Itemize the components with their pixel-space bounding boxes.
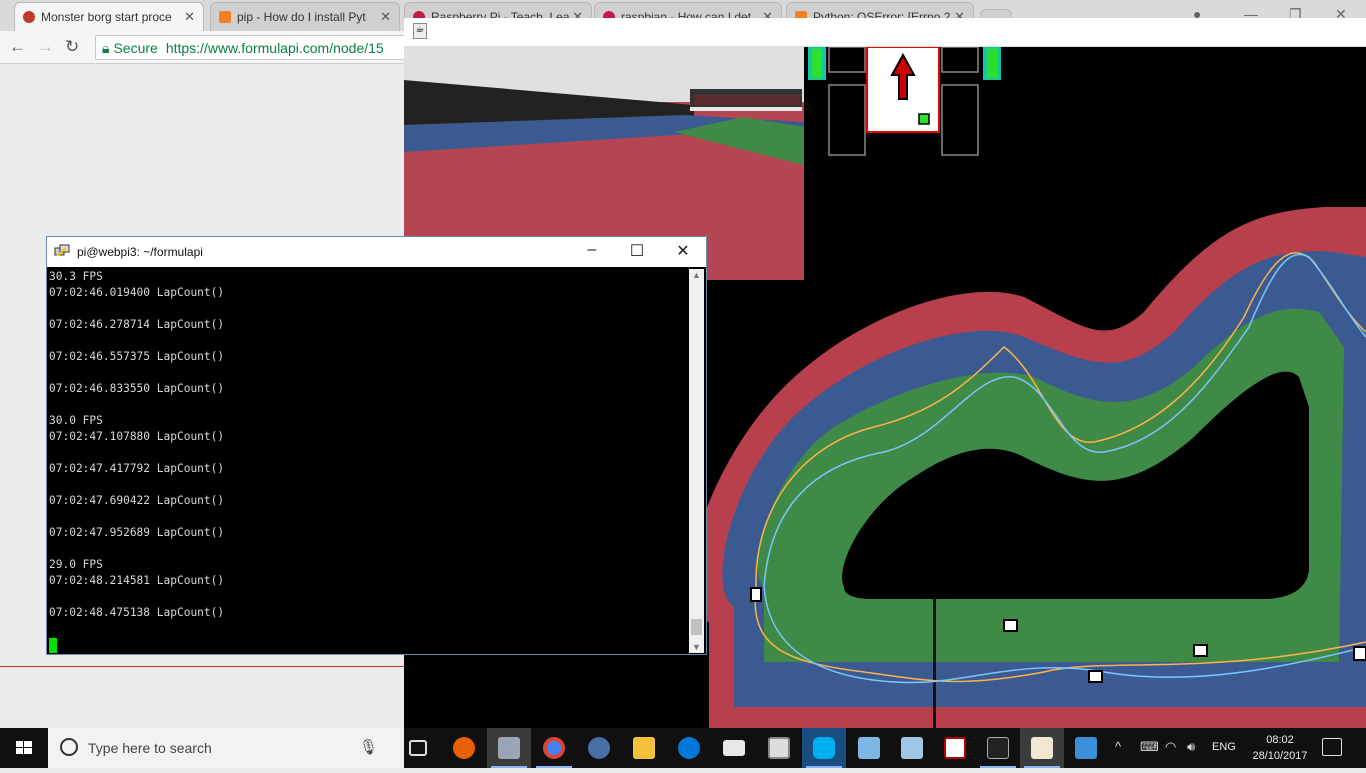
tab-close-icon[interactable]: ✕: [380, 9, 391, 25]
terminal-line: 07:02:48.214581 LapCount(): [49, 574, 225, 587]
browser-tab-monster-borg[interactable]: Monster borg start proce ✕: [14, 2, 204, 32]
page-divider: [0, 666, 404, 667]
wheel-front-left: [828, 47, 866, 73]
action-center-icon[interactable]: [1322, 738, 1342, 756]
robot-status-view: [808, 47, 1001, 156]
java-icon: ☕︎: [413, 23, 427, 39]
tray-overflow-icon[interactable]: ^: [1115, 739, 1121, 754]
volume-icon[interactable]: 🔊︎: [1187, 739, 1195, 755]
url-text: https://www.formulapi.com/node/15: [165, 40, 384, 56]
edge-icon[interactable]: [667, 728, 711, 768]
back-arrow-icon[interactable]: ←: [9, 37, 26, 57]
putty-window-title: pi@webpi3: ~/formulapi: [77, 245, 203, 259]
tab-title: pip - How do I install Pyt: [237, 10, 366, 24]
putty-minimize-button[interactable]: –: [569, 241, 615, 263]
network-app-icon[interactable]: [890, 728, 934, 768]
robot-marker-2: [1003, 619, 1018, 632]
terminal-line: 07:02:46.557375 LapCount(): [49, 350, 225, 363]
terminal-line: 07:02:47.690422 LapCount(): [49, 494, 225, 507]
vnc-viewer-icon[interactable]: [933, 728, 977, 768]
terminal-line: 07:02:46.019400 LapCount(): [49, 286, 225, 299]
cortana-icon: [60, 738, 78, 756]
mail-icon[interactable]: [712, 728, 756, 768]
clock-date: 28/10/2017: [1252, 750, 1308, 762]
app-document-icon[interactable]: [847, 728, 891, 768]
stackoverflow-icon: [219, 11, 231, 23]
wheel-rear-right: [941, 84, 979, 156]
scrollbar-thumb[interactable]: [691, 619, 702, 635]
terminal-line: 30.0 FPS: [49, 414, 103, 427]
simulator-titlebar[interactable]: ☕︎: [404, 18, 1366, 47]
putty-icon: [54, 244, 70, 260]
taskbar-search-box[interactable]: Type here to search 🎙︎: [48, 728, 404, 768]
terminal-line: 07:02:46.833550 LapCount(): [49, 382, 225, 395]
scroll-down-icon[interactable]: ▼: [692, 642, 701, 652]
windows-logo-icon: [16, 741, 32, 754]
firefox-icon[interactable]: [442, 728, 486, 768]
browser-tab-pip[interactable]: pip - How do I install Pyt ✕: [210, 2, 400, 31]
terminal-output[interactable]: 30.3 FPS 07:02:46.019400 LapCount() 07:02…: [49, 269, 687, 653]
wifi-icon[interactable]: ◠: [1165, 739, 1176, 755]
terminal-line: 07:02:47.107880 LapCount(): [49, 430, 225, 443]
java-app-icon[interactable]: [1020, 728, 1064, 768]
putty-titlebar[interactable]: pi@webpi3: ~/formulapi – ☐ ✕: [47, 237, 706, 267]
terminal-line: 07:02:47.952689 LapCount(): [49, 526, 225, 539]
chrome-icon[interactable]: [532, 728, 576, 768]
lock-icon: 🔒︎: [102, 40, 110, 56]
network-settings-icon[interactable]: [1064, 728, 1108, 768]
start-button[interactable]: [0, 728, 48, 768]
putty-terminal-window[interactable]: pi@webpi3: ~/formulapi – ☐ ✕ 30.3 FPS 07:…: [46, 236, 707, 655]
tab-favicon-icon: [23, 11, 35, 23]
terminal-cursor: [49, 637, 57, 653]
language-indicator[interactable]: ENG: [1212, 741, 1236, 753]
tab-close-icon[interactable]: ✕: [184, 9, 195, 25]
terminal-line: 07:02:48.475138 LapCount(): [49, 606, 225, 619]
robot-marker-5: [1353, 646, 1366, 661]
address-bar[interactable]: 🔒︎ Secure https://www.formulapi.com/node/1…: [95, 35, 415, 60]
robot-marker-1: [750, 587, 762, 602]
scroll-up-icon[interactable]: ▲: [692, 270, 701, 280]
putty-taskbar-icon[interactable]: [487, 728, 531, 768]
forward-arrow-icon[interactable]: →: [37, 37, 54, 57]
input-indicator-icon[interactable]: ⌨︎: [1140, 739, 1159, 755]
secure-label: Secure: [113, 40, 158, 56]
terminal-scrollbar[interactable]: ▲ ▼: [689, 269, 704, 653]
robot-status-led: [918, 113, 930, 125]
terminal-app-icon[interactable]: [976, 728, 1020, 768]
terminal-line: 07:02:46.278714 LapCount(): [49, 318, 225, 331]
skype-icon[interactable]: [802, 728, 846, 768]
microphone-icon[interactable]: 🎙︎: [359, 738, 378, 756]
putty-maximize-button[interactable]: ☐: [614, 241, 660, 263]
browser-toolbar: ← → ↻ 🔒︎ Secure https://www.formulapi.com/…: [0, 31, 415, 64]
start-line: [933, 597, 936, 728]
calendar-app-icon[interactable]: [757, 728, 801, 768]
wheel-front-right: [941, 47, 979, 73]
task-view-icon[interactable]: [396, 728, 440, 768]
wheel-rear-left: [828, 84, 866, 156]
terminal-line: 29.0 FPS: [49, 558, 103, 571]
reload-icon[interactable]: ↻: [65, 37, 79, 57]
file-explorer-icon[interactable]: [622, 728, 666, 768]
taskbar-clock[interactable]: 08:02 28/10/2017: [1248, 732, 1312, 764]
search-placeholder: Type here to search: [88, 740, 212, 756]
tab-title: Monster borg start proce: [41, 10, 172, 24]
terminal-line: 30.3 FPS: [49, 270, 103, 283]
windows-taskbar: Type here to search 🎙︎ ^ ⌨︎ ◠ 🔊︎ ENG 08:…: [0, 728, 1366, 768]
putty-close-button[interactable]: ✕: [660, 241, 706, 263]
robot-marker-4: [1193, 644, 1208, 657]
terminal-line: 07:02:47.417792 LapCount(): [49, 462, 225, 475]
robot-marker-3: [1088, 670, 1103, 683]
clock-time: 08:02: [1266, 734, 1294, 746]
app-globe-icon[interactable]: [577, 728, 621, 768]
